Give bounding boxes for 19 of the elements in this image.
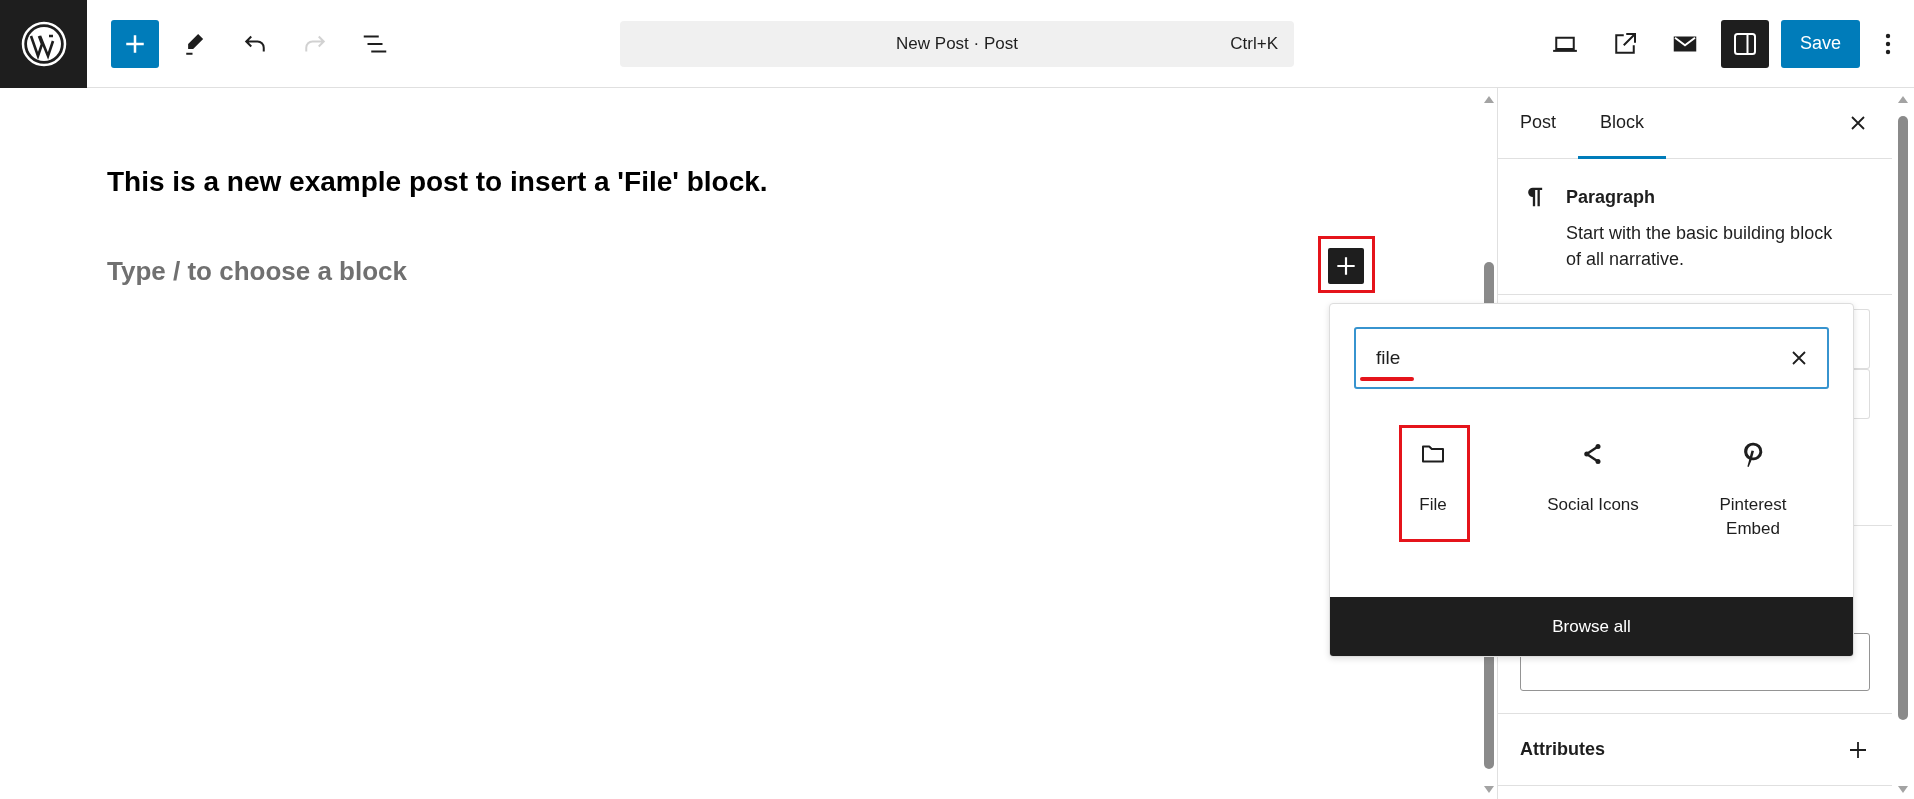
command-bar[interactable]: New Post · Post Ctrl+K xyxy=(620,20,1294,67)
search-field[interactable]: file xyxy=(1354,327,1829,389)
sidebar-tab[interactable]: Block xyxy=(1578,88,1667,159)
save-button[interactable]: Save xyxy=(1780,19,1860,68)
sidebar-tab[interactable]: Post xyxy=(1498,88,1579,159)
block-option[interactable]: File xyxy=(1353,425,1513,555)
settings-button[interactable] xyxy=(1720,19,1769,68)
block-option[interactable]: Social Icons xyxy=(1513,425,1673,555)
wordpress-logo-icon[interactable] xyxy=(0,0,87,88)
more-icon xyxy=(1885,31,1891,56)
block-placeholder[interactable]: Type / to choose a block xyxy=(107,256,1481,287)
block-description: Start with the basic building block of all narrative. xyxy=(1566,222,1834,271)
block-option[interactable]: Pinterest Embed xyxy=(1673,425,1833,555)
add-block-button[interactable] xyxy=(1328,248,1364,284)
browse-all-button[interactable]: Browse all xyxy=(1330,597,1853,656)
inserter-button[interactable] xyxy=(111,19,159,68)
post-paragraph[interactable]: This is a new example post to insert a 'File' block. xyxy=(107,166,1481,198)
block-title: Paragraph xyxy=(1566,187,1657,208)
panel-title: Attributes xyxy=(1520,739,1605,760)
